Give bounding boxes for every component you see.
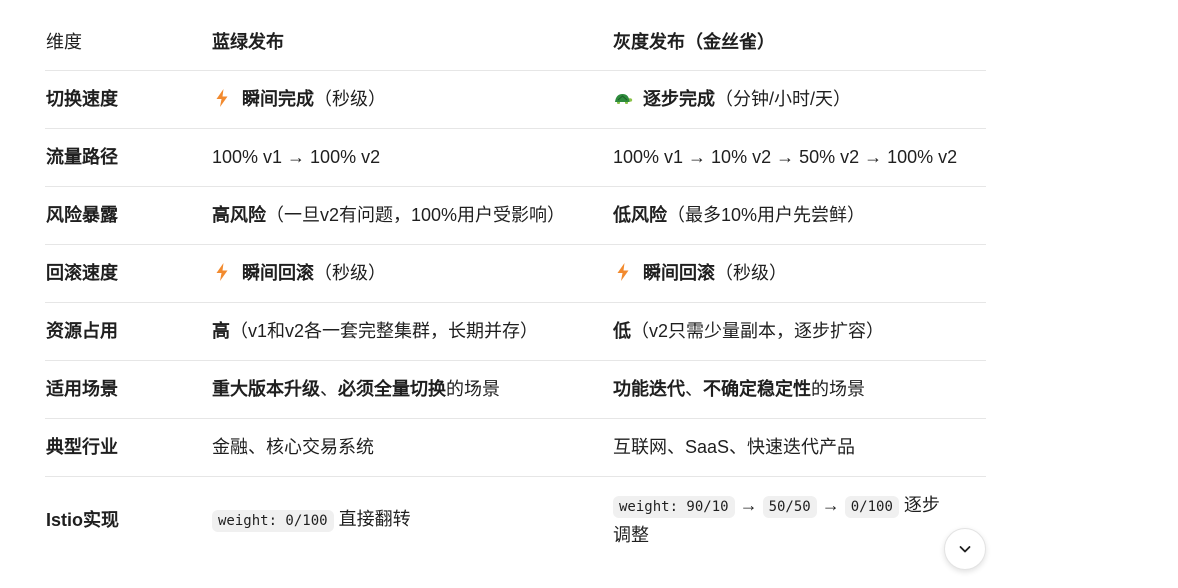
row-label: 适用场景 — [45, 360, 211, 419]
turtle-icon — [615, 94, 633, 104]
code-snippet: weight: 90/10 — [613, 496, 735, 518]
header-blue-green: 蓝绿发布 — [211, 14, 612, 71]
row-label: 切换速度 — [45, 70, 211, 129]
cell-blue-traffic-path: 100% v1 → 100% v2 — [211, 128, 612, 187]
table-row: 适用场景 重大版本升级、必须全量切换的场景 功能迭代、不确定稳定性的场景 — [45, 360, 986, 419]
cell-blue-scenario: 重大版本升级、必须全量切换的场景 — [211, 360, 612, 419]
code-snippet: weight: 0/100 — [212, 510, 334, 532]
table-row: 风险暴露 高风险（一旦v2有问题，100%用户受影响） 低风险（最多10%用户先… — [45, 186, 986, 245]
table-row: 资源占用 高（v1和v2各一套完整集群，长期并存） 低（v2只需少量副本，逐步扩… — [45, 302, 986, 361]
cell-bold: 瞬间回滚 — [242, 263, 314, 283]
cell-text: 、 — [685, 379, 703, 399]
cell-canary-resource: 低（v2只需少量副本，逐步扩容） — [612, 302, 986, 361]
row-label: Istio实现 — [46, 510, 120, 530]
cell-blue-industry: 金融、核心交易系统 — [211, 418, 612, 477]
cell-bold: 瞬间完成 — [242, 89, 314, 109]
comparison-table: 维度 蓝绿发布 灰度发布（金丝雀） 切换速度 瞬间完成（秒级） 逐步完成（分钟/… — [45, 14, 986, 564]
row-label: 风险暴露 — [45, 186, 211, 245]
cell-text: （一旦v2有问题，100%用户受影响） — [266, 205, 566, 225]
cell-text: 直接翻转 — [333, 509, 411, 529]
cell-blue-resource: 高（v1和v2各一套完整集群，长期并存） — [211, 302, 612, 361]
cell-bold: 低 — [613, 321, 631, 341]
row-label: 典型行业 — [45, 418, 211, 477]
cell-bold: 必须全量切换 — [338, 379, 446, 399]
cell-canary-scenario: 功能迭代、不确定稳定性的场景 — [612, 360, 986, 419]
cell-canary-switch-speed: 逐步完成（分钟/小时/天） — [612, 70, 986, 129]
chevron-down-icon — [959, 546, 971, 553]
row-label: 回滚速度 — [45, 244, 211, 303]
table-row: Istio实现 weight: 0/100 直接翻转 weight: 90/10… — [45, 477, 986, 565]
code-snippet: 0/100 — [844, 496, 899, 518]
cell-text: 的场景 — [446, 379, 500, 399]
header-dimension: 维度 — [45, 14, 211, 71]
code-snippet: 50/50 — [762, 496, 817, 518]
cell-canary-traffic-path: 100% v1 → 10% v2 → 50% v2 → 100% v2 — [612, 128, 986, 187]
table-header-row: 维度 蓝绿发布 灰度发布（金丝雀） — [45, 14, 986, 71]
cell-text: （v2只需少量副本，逐步扩容） — [631, 321, 885, 341]
row-label: 资源占用 — [45, 302, 211, 361]
table-row: 流量路径 100% v1 → 100% v2 100% v1 → 10% v2 … — [45, 128, 986, 187]
row-label: 流量路径 — [45, 128, 211, 187]
cell-text: （分钟/小时/天） — [715, 89, 852, 109]
cell-bold: 重大版本升级 — [212, 379, 320, 399]
cell-canary-rollback: 瞬间回滚（秒级） — [612, 244, 986, 303]
cell-blue-rollback: 瞬间回滚（秒级） — [211, 244, 612, 303]
cell-text: （秒级） — [314, 89, 386, 109]
cell-blue-risk: 高风险（一旦v2有问题，100%用户受影响） — [211, 186, 612, 245]
cell-text: （v1和v2各一套完整集群，长期并存） — [230, 321, 539, 341]
lightning-icon — [617, 263, 629, 281]
cell-blue-istio: weight: 0/100 直接翻转 — [211, 477, 612, 565]
cell-bold: 不确定稳定性 — [703, 379, 811, 399]
table-row: 典型行业 金融、核心交易系统 互联网、SaaS、快速迭代产品 — [45, 418, 986, 477]
comparison-table-container: 维度 蓝绿发布 灰度发布（金丝雀） 切换速度 瞬间完成（秒级） 逐步完成（分钟/… — [45, 14, 986, 564]
header-canary: 灰度发布（金丝雀） — [612, 14, 986, 71]
cell-canary-istio: weight: 90/10 → 50/50 → 0/100 逐步调整 — [612, 477, 986, 565]
cell-bold: 瞬间回滚 — [643, 263, 715, 283]
scroll-to-bottom-button[interactable] — [944, 528, 986, 570]
cell-text: 的场景 — [811, 379, 865, 399]
cell-text: （最多10%用户先尝鲜） — [667, 205, 866, 225]
cell-bold: 高风险 — [212, 205, 266, 225]
cell-bold: 功能迭代 — [613, 379, 685, 399]
cell-bold: 逐步完成 — [643, 89, 715, 109]
cell-bold: 低风险 — [613, 205, 667, 225]
cell-text: 、 — [320, 379, 338, 399]
arrow-text: → — [821, 495, 840, 515]
cell-text: （秒级） — [715, 263, 787, 283]
lightning-icon — [216, 263, 228, 281]
table-row: 切换速度 瞬间完成（秒级） 逐步完成（分钟/小时/天） — [45, 70, 986, 129]
table-row: 回滚速度 瞬间回滚（秒级） 瞬间回滚（秒级） — [45, 244, 986, 303]
cell-text: （秒级） — [314, 263, 386, 283]
cell-canary-industry: 互联网、SaaS、快速迭代产品 — [612, 418, 986, 477]
lightning-icon — [216, 89, 228, 107]
cell-bold: 高 — [212, 321, 230, 341]
cell-blue-switch-speed: 瞬间完成（秒级） — [211, 70, 612, 129]
cell-canary-risk: 低风险（最多10%用户先尝鲜） — [612, 186, 986, 245]
arrow-text: → — [739, 495, 758, 515]
